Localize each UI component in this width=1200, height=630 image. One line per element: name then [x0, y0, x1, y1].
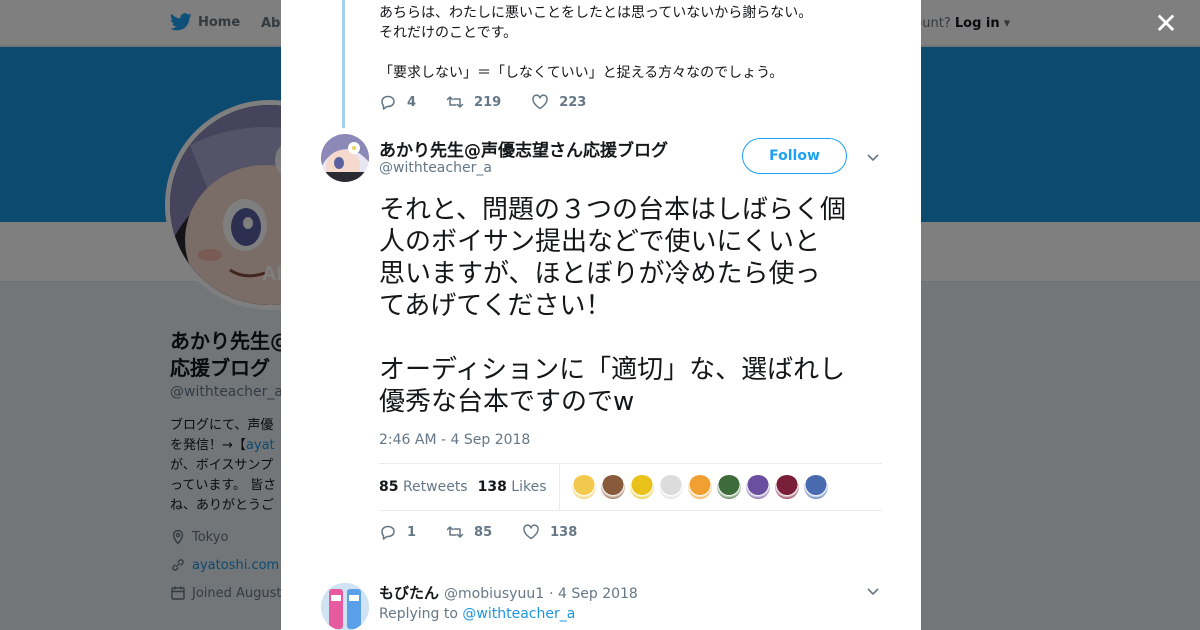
reply-count: 1: [407, 524, 417, 540]
author-name[interactable]: あかり先生@声優志望さん応援ブログ: [379, 136, 668, 161]
retweets-stat-count: 85: [379, 479, 399, 495]
liker-avatar[interactable]: [745, 475, 770, 499]
reply-count: 4: [407, 94, 417, 110]
tweet-line: 思いますが、ほとぼりが冷めたら使っ: [379, 259, 821, 289]
like-button[interactable]: 138: [522, 523, 577, 541]
avatar-illustration: [321, 583, 369, 630]
liker-avatar[interactable]: [658, 475, 683, 499]
tweet-line: てあげてください！: [379, 291, 612, 321]
liker-avatar[interactable]: [571, 475, 596, 499]
tweet-line: それと、問題の３つの台本はしばらく個: [379, 195, 846, 225]
close-icon[interactable]: ✕: [1152, 10, 1180, 38]
liker-avatars: [571, 475, 828, 499]
tweet-timestamp[interactable]: 2:46 AM - 4 Sep 2018: [379, 432, 530, 448]
likes-stat-label: Likes: [511, 479, 547, 495]
previous-tweet-actions: 4 219 223: [379, 93, 616, 111]
likes-stat-count: 138: [477, 479, 507, 495]
reply-author-handle[interactable]: @mobiusyuu1: [444, 586, 544, 602]
prev-tweet-line: 「要求しない」＝「しなくていい」と捉える方々なのでしょう。: [379, 65, 784, 81]
tweet-actions: 1 85 138: [379, 523, 607, 541]
author-avatar[interactable]: [321, 134, 369, 182]
prev-tweet-line: それだけのことです。: [379, 25, 518, 41]
retweets-stat-label: Retweets: [402, 479, 468, 495]
reply-icon: [381, 95, 395, 110]
liker-avatar[interactable]: [774, 475, 799, 499]
tweet-stats: 85 Retweets 138 Likes: [379, 463, 882, 511]
liker-avatar[interactable]: [716, 475, 741, 499]
liker-avatar[interactable]: [629, 475, 654, 499]
thread-connector-line: [342, 0, 345, 128]
reply-date[interactable]: · 4 Sep 2018: [549, 586, 638, 602]
chevron-down-icon[interactable]: [865, 149, 881, 165]
retweets-stat[interactable]: 85 Retweets: [379, 479, 468, 495]
liker-avatar[interactable]: [600, 475, 625, 499]
retweet-button[interactable]: 219: [446, 93, 501, 111]
reply-author-avatar[interactable]: [321, 583, 369, 630]
retweet-icon: [446, 96, 464, 108]
tweet-line: 優秀な台本ですのでw: [379, 387, 635, 417]
reply-icon: [381, 525, 395, 540]
liker-avatar[interactable]: [687, 475, 712, 499]
replying-to-link[interactable]: @withteacher_a: [462, 606, 575, 622]
tweet-line: 人のボイサン提出などで使いにくいと: [379, 227, 820, 257]
previous-tweet-text: あちらは、わたしに悪いことをしたとは思っていないから謝らない。 それだけのことで…: [379, 3, 899, 83]
stats-divider: [558, 464, 560, 510]
reply-header: もびたん @mobiusyuu1 · 4 Sep 2018: [379, 582, 638, 603]
prev-tweet-line: [379, 43, 899, 63]
retweet-button[interactable]: 85: [446, 523, 492, 541]
retweet-icon: [446, 526, 464, 538]
replying-to: Replying to @withteacher_a: [379, 606, 575, 622]
reply-author-name[interactable]: もびたん: [379, 582, 439, 603]
like-count: 223: [559, 94, 587, 110]
tweet-permalink-modal: あちらは、わたしに悪いことをしたとは思っていないから謝らない。 それだけのことで…: [281, 0, 921, 630]
tweet-line: [379, 322, 887, 354]
tweet-text: それと、問題の３つの台本はしばらく個 人のボイサン提出などで使いにくいと 思いま…: [379, 194, 887, 418]
retweet-count: 219: [474, 94, 502, 110]
prev-tweet-line: あちらは、わたしに悪いことをしたとは思っていないから謝らない。: [379, 5, 813, 21]
chevron-down-icon[interactable]: [865, 583, 881, 599]
tweet-line: オーディションに「適切」な、選ばれし: [379, 355, 846, 385]
like-button[interactable]: 223: [531, 93, 586, 111]
like-count: 138: [550, 524, 578, 540]
anime-avatar-illustration: [321, 134, 369, 182]
replying-to-label: Replying to: [379, 606, 458, 622]
retweet-count: 85: [474, 524, 493, 540]
reply-button[interactable]: 4: [379, 93, 416, 111]
follow-button[interactable]: Follow: [742, 138, 847, 174]
heart-icon: [532, 94, 548, 110]
likes-stat[interactable]: 138 Likes: [478, 479, 547, 495]
liker-avatar[interactable]: [803, 475, 828, 499]
heart-icon: [523, 524, 539, 540]
author-handle[interactable]: @withteacher_a: [379, 160, 492, 176]
reply-button[interactable]: 1: [379, 523, 416, 541]
